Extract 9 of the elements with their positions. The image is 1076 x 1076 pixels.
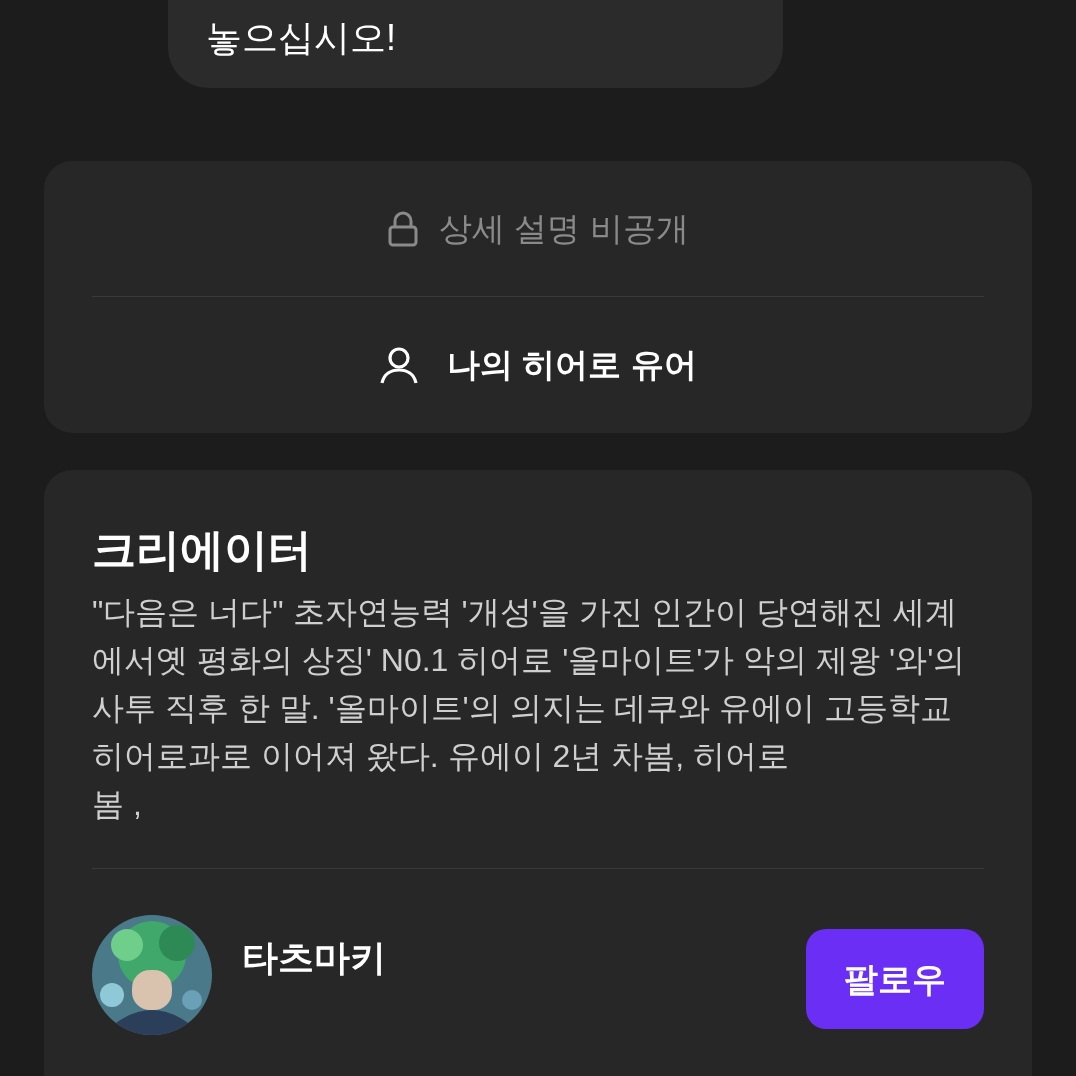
user-persona-label: 나의 히어로 유어 — [447, 345, 697, 386]
section-title: 크리에이터 — [92, 524, 313, 576]
description-text: "다음은 너다" 초자연능력 '개성'을 가진 인간이 당연해진 세계에서옛 평화의 상징' N0.1 히어로 '올마이트'가 악의 제왕 '와'의 사투 직후 한 말. '올마이트'의 의지는 데쿠와 유에이 고등학교 히어로과로 이어져 왔다. 유에이 2년 차봄, 히어로 봄 , — [92, 588, 984, 869]
private-description-label: 상세 설명 비공개 — [439, 208, 689, 249]
creator-name: 타츠마키 — [242, 936, 386, 980]
follow-button[interactable]: 팔로우 — [806, 929, 984, 1029]
user-icon — [379, 345, 420, 385]
lock-icon — [387, 210, 420, 247]
message-text: 놓으십시오! — [206, 16, 396, 60]
